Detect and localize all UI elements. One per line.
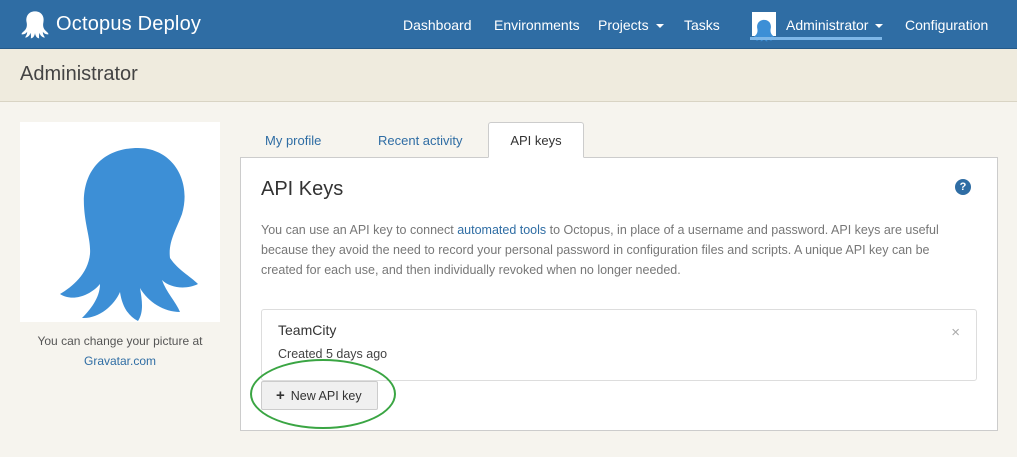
nav-administrator-label: Administrator: [786, 17, 869, 33]
brand[interactable]: Octopus Deploy: [20, 8, 201, 40]
octopus-avatar-icon: [60, 148, 198, 321]
nav-administrator[interactable]: Administrator: [752, 0, 884, 48]
description-text-before: You can use an API key to connect: [261, 223, 458, 237]
profile-picture: [20, 122, 220, 322]
help-circle-icon[interactable]: ?: [955, 179, 971, 195]
api-key-name: TeamCity: [278, 322, 337, 338]
brand-title: Octopus Deploy: [56, 12, 202, 35]
chevron-down-icon: [875, 24, 884, 29]
tab-api-keys[interactable]: API keys: [488, 122, 584, 158]
gravatar-link[interactable]: Gravatar.com: [20, 354, 220, 368]
nav-tasks-label: Tasks: [684, 17, 720, 33]
api-keys-panel: API Keys ? You can use an API key to con…: [240, 157, 998, 431]
plus-icon: +: [276, 387, 285, 404]
nav-environments-label: Environments: [494, 17, 580, 33]
active-nav-indicator: [750, 37, 882, 40]
change-picture-text: You can change your picture at: [37, 334, 203, 348]
tab-recent-activity[interactable]: Recent activity: [378, 133, 463, 148]
nav-tasks[interactable]: Tasks: [684, 0, 720, 48]
top-navbar: Octopus Deploy Dashboard Environments Pr…: [0, 0, 1017, 49]
page-header: Administrator: [0, 49, 1017, 102]
nav-projects[interactable]: Projects: [598, 0, 664, 48]
nav-dashboard[interactable]: Dashboard: [403, 0, 472, 48]
nav-environments[interactable]: Environments: [494, 0, 580, 48]
nav-configuration[interactable]: Configuration: [905, 0, 988, 48]
user-avatar-icon: [752, 12, 776, 42]
new-api-key-button[interactable]: + New API key: [261, 381, 378, 410]
nav-configuration-label: Configuration: [905, 17, 989, 33]
nav-projects-label: Projects: [598, 17, 649, 33]
tab-my-profile[interactable]: My profile: [265, 133, 321, 148]
api-keys-description: You can use an API key to connect automa…: [261, 220, 973, 280]
chevron-down-icon: [655, 24, 664, 29]
api-key-card: TeamCity Created 5 days ago ×: [261, 309, 977, 381]
octopus-logo-icon: [21, 11, 49, 39]
nav-dashboard-label: Dashboard: [403, 17, 472, 33]
panel-title: API Keys: [261, 178, 344, 200]
page-title: Administrator: [20, 63, 138, 85]
automated-tools-link[interactable]: automated tools: [457, 223, 546, 237]
new-api-key-label: New API key: [290, 389, 362, 403]
close-icon[interactable]: ×: [951, 324, 960, 341]
api-key-created: Created 5 days ago: [278, 347, 388, 361]
